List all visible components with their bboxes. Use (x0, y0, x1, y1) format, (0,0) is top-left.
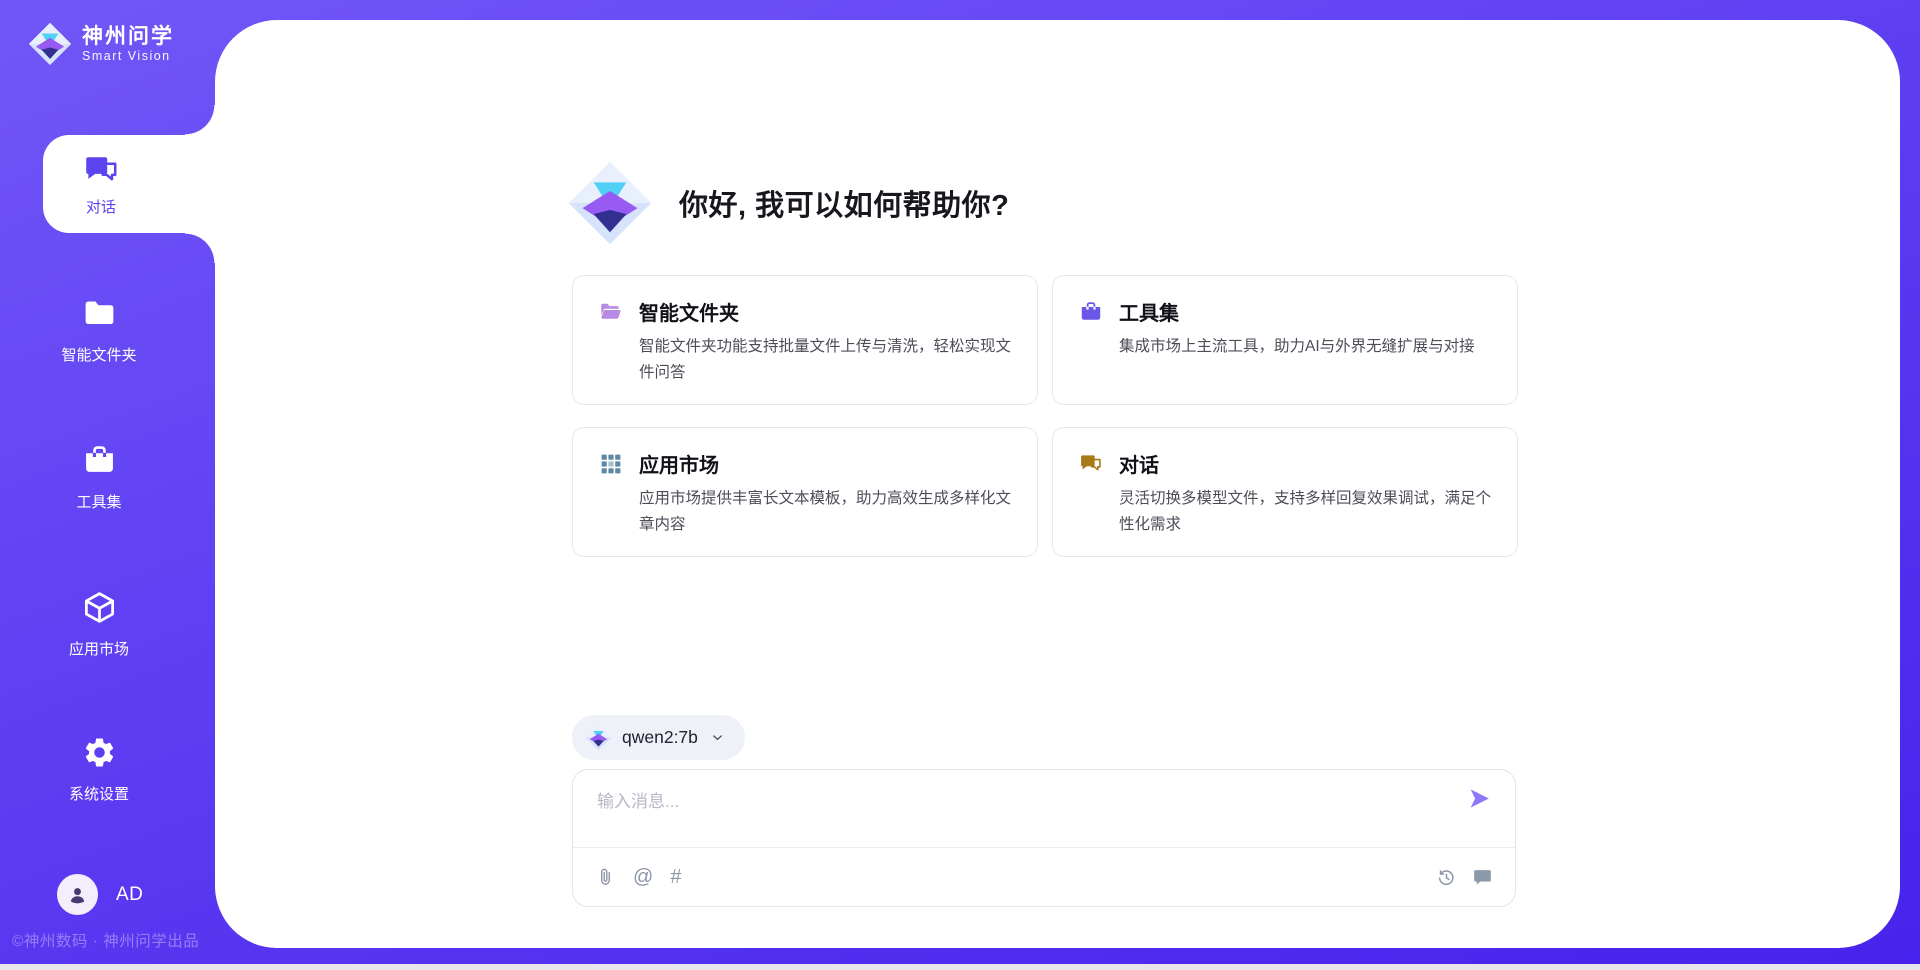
greeting-title: 你好, 我可以如何帮助你? (679, 182, 1009, 224)
briefcase-icon (1079, 300, 1103, 324)
message-icon (1472, 867, 1493, 888)
sidebar-item-label: 应用市场 (0, 638, 198, 659)
folder-open-icon (599, 300, 623, 324)
card-chat[interactable]: 对话 灵活切换多模型文件，支持多样回复效果调试，满足个性化需求 (1052, 427, 1518, 557)
greeting-block: 你好, 我可以如何帮助你? (567, 160, 1009, 246)
card-description: 集成市场上主流工具，助力AI与外界无缝扩展与对接 (1119, 334, 1491, 360)
paperclip-icon (595, 867, 616, 888)
active-tab-fillet-top (185, 105, 215, 135)
card-description: 智能文件夹功能支持批量文件上传与清洗，轻松实现文件问答 (639, 334, 1011, 386)
card-toolset[interactable]: 工具集 集成市场上主流工具，助力AI与外界无缝扩展与对接 (1052, 275, 1518, 405)
briefcase-icon (82, 443, 117, 478)
bottom-edge-strip (0, 964, 1920, 970)
user-profile[interactable]: AD (57, 874, 143, 915)
card-app-market[interactable]: 应用市场 应用市场提供丰富长文本模板，助力高效生成多样化文章内容 (572, 427, 1038, 557)
sidebar-item-label: 系统设置 (0, 783, 198, 804)
folder-icon (82, 296, 117, 331)
model-name: qwen2:7b (622, 727, 698, 748)
active-tab-fillet-bottom (185, 233, 215, 263)
chat-icon (1079, 452, 1103, 476)
copyright-footer: ©神州数码 · 神州问学出品 (12, 929, 199, 951)
message-input[interactable] (597, 785, 1437, 819)
topic-button[interactable]: # (670, 867, 681, 887)
conversation-button[interactable] (1472, 867, 1493, 888)
user-initials: AD (116, 884, 143, 906)
composer-toolbar: @ # (573, 848, 1515, 906)
sidebar-item-label: 工具集 (0, 491, 198, 512)
message-composer: @ # (572, 769, 1516, 907)
brand-subtitle: Smart Vision (82, 49, 174, 63)
card-title: 智能文件夹 (639, 297, 739, 326)
chevron-down-icon (710, 730, 725, 745)
cube-icon (82, 590, 117, 625)
gear-icon (82, 735, 117, 770)
avatar (57, 874, 98, 915)
model-selector[interactable]: qwen2:7b (572, 715, 745, 760)
sidebar: 神州问学 Smart Vision 对话 智能文件夹 工具集 应用市场 系统设置… (0, 0, 215, 964)
feature-cards: 智能文件夹 智能文件夹功能支持批量文件上传与清洗，轻松实现文件问答 工具集 集成… (572, 275, 1518, 557)
send-button[interactable] (1467, 786, 1492, 811)
main-panel: 你好, 我可以如何帮助你? 智能文件夹 智能文件夹功能支持批量文件上传与清洗，轻… (215, 20, 1900, 948)
card-description: 应用市场提供丰富长文本模板，助力高效生成多样化文章内容 (639, 486, 1011, 538)
history-button[interactable] (1436, 867, 1457, 888)
brand-gem-icon (28, 22, 72, 66)
grid-icon (599, 452, 623, 476)
sidebar-item-toolset[interactable]: 工具集 (0, 443, 198, 512)
sidebar-item-smart-folder[interactable]: 智能文件夹 (0, 296, 198, 365)
card-title: 工具集 (1119, 297, 1179, 326)
card-smart-folder[interactable]: 智能文件夹 智能文件夹功能支持批量文件上传与清洗，轻松实现文件问答 (572, 275, 1038, 405)
assistant-gem-icon (567, 160, 653, 246)
brand-logo: 神州问学 Smart Vision (28, 22, 174, 66)
card-title: 应用市场 (639, 449, 719, 478)
sidebar-item-app-market[interactable]: 应用市场 (0, 590, 198, 659)
chat-icon (83, 152, 120, 189)
mention-button[interactable]: @ (633, 867, 653, 887)
brand-name: 神州问学 (82, 25, 174, 49)
card-title: 对话 (1119, 449, 1159, 478)
card-description: 灵活切换多模型文件，支持多样回复效果调试，满足个性化需求 (1119, 486, 1491, 538)
sidebar-item-label: 对话 (86, 196, 116, 217)
model-gem-icon (585, 724, 612, 751)
sidebar-item-chat[interactable]: 对话 (43, 135, 217, 233)
send-icon (1467, 786, 1492, 811)
attach-file-button[interactable] (595, 867, 616, 888)
sidebar-item-label: 智能文件夹 (0, 344, 198, 365)
person-icon (66, 883, 89, 906)
sidebar-item-settings[interactable]: 系统设置 (0, 735, 198, 804)
history-icon (1436, 867, 1457, 888)
